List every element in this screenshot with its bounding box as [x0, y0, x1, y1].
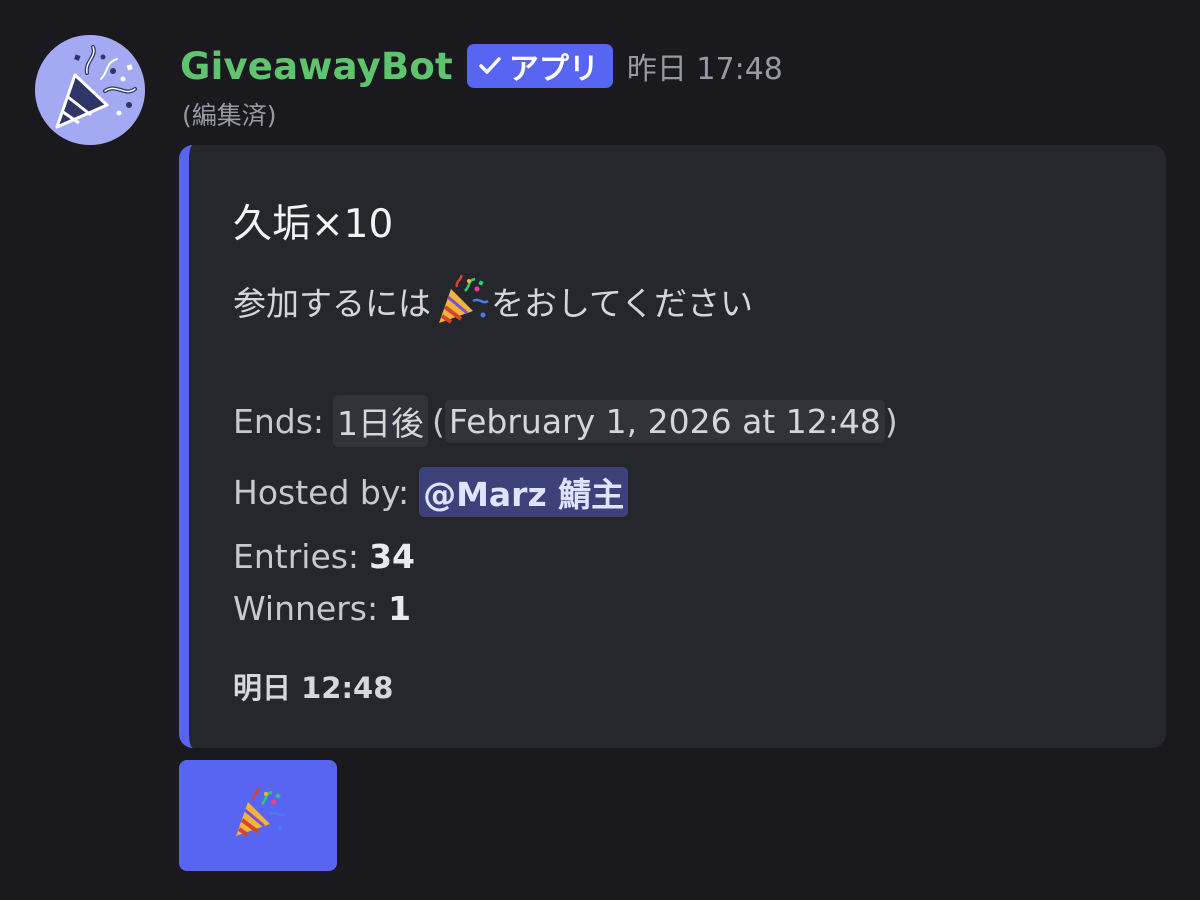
winners-count: 1: [388, 589, 412, 628]
ends-label: Ends:: [233, 401, 325, 441]
ends-paren-close: ): [884, 401, 898, 441]
party-popper-icon: [433, 274, 489, 327]
host-mention[interactable]: @Marz 鯖主: [419, 467, 629, 517]
description-text-start: 参加するには: [233, 284, 431, 323]
ends-line: Ends: 1日後 ( February 1, 2026 at 12:48 ): [233, 395, 898, 447]
message-header: GiveawayBot アプリ 昨日 17:48: [180, 40, 783, 92]
embed-description: 参加するには をおしてください: [233, 274, 754, 327]
entries-line: Entries: 34: [233, 537, 415, 576]
chat-message: GiveawayBot アプリ 昨日 17:48 (編集済) 久垢×10 参加す…: [0, 0, 1200, 900]
author-name[interactable]: GiveawayBot: [180, 45, 453, 88]
description-text-end: をおしてください: [491, 284, 754, 323]
edited-indicator: (編集済): [182, 101, 277, 130]
ends-relative-time[interactable]: 1日後: [333, 395, 429, 447]
winners-label: Winners:: [233, 589, 379, 628]
app-badge-label: アプリ: [508, 52, 599, 87]
entries-label: Entries:: [233, 537, 360, 576]
giveaway-embed: 久垢×10 参加するには をおしてください Ends: 1日後 (Februa…: [179, 145, 1166, 748]
ends-paren-open: (: [432, 401, 445, 441]
embed-title: 久垢×10: [233, 202, 394, 247]
ends-absolute-time[interactable]: February 1, 2026 at 12:48: [444, 399, 885, 443]
party-popper-icon: [230, 786, 286, 844]
app-badge: アプリ: [466, 44, 613, 88]
entries-count: 34: [369, 537, 415, 576]
message-timestamp[interactable]: 昨日 17:48: [627, 44, 783, 88]
party-popper-icon: [35, 35, 145, 145]
hosted-line: Hosted by: @Marz 鯖主: [233, 467, 629, 517]
check-icon: [477, 53, 503, 79]
hosted-label: Hosted by:: [233, 472, 410, 512]
enter-giveaway-button[interactable]: [179, 760, 337, 871]
bot-avatar[interactable]: [35, 35, 145, 145]
embed-footer-timestamp: 明日 12:48: [233, 671, 394, 705]
winners-line: Winners: 1: [233, 589, 411, 628]
